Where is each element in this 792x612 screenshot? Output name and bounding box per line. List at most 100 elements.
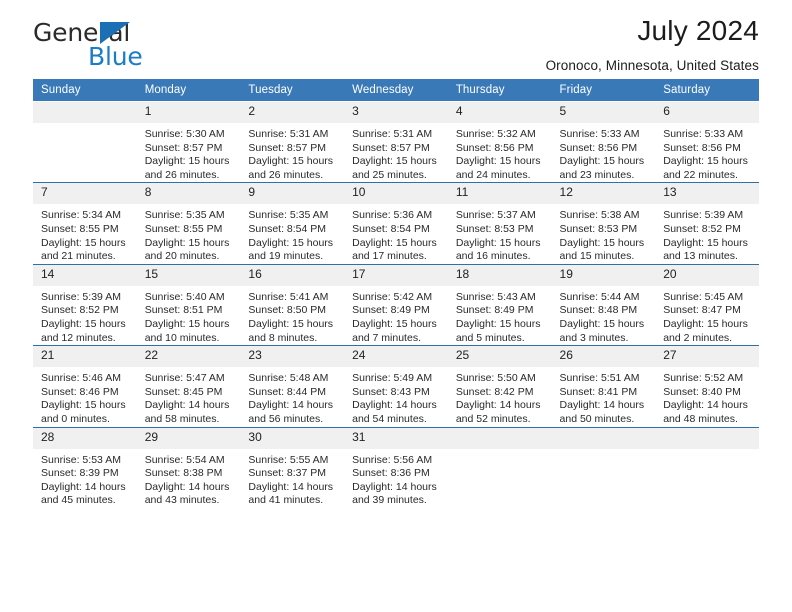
calendar-week-row: 14 Sunrise: 5:39 AM Sunset: 8:52 PM Dayligh… — [33, 263, 759, 346]
daylight-text-line2: and 16 minutes. — [455, 250, 531, 263]
day-number: 19 — [551, 264, 656, 286]
daylight-text-line1: Daylight: 14 hours — [559, 399, 645, 412]
calendar-day-cell[interactable]: 26 Sunrise: 5:51 AM Sunset: 8:41 PM Dayligh… — [551, 345, 656, 427]
day-sun-info: Sunrise: 5:44 AM Sunset: 8:48 PM Daylight:… — [552, 286, 656, 345]
daylight-text-line2: and 24 minutes. — [455, 168, 531, 181]
sunrise-text: Sunrise: 5:32 AM — [455, 128, 536, 140]
daylight-text-line2: and 7 minutes. — [352, 331, 421, 344]
day-number: 2 — [240, 102, 345, 123]
sunrise-text: Sunrise: 5:33 AM — [559, 128, 640, 140]
brand-name-blue: Blue — [88, 42, 143, 71]
daylight-text-line1: Daylight: 14 hours — [455, 399, 541, 412]
day-number: 24 — [344, 346, 448, 368]
calendar-day-cell[interactable]: 24 Sunrise: 5:49 AM Sunset: 8:43 PM Dayligh… — [344, 345, 448, 427]
sunrise-text: Sunrise: 5:34 AM — [41, 209, 121, 222]
calendar-day-cell[interactable]: 20 Sunrise: 5:45 AM Sunset: 8:47 PM Dayligh… — [655, 263, 759, 346]
daylight-text-line1: Daylight: 15 hours — [663, 236, 748, 249]
day-sun-info: Sunrise: 5:53 AM Sunset: 8:39 PM Daylight:… — [33, 449, 137, 508]
day-sun-info: Sunrise: 5:55 AM Sunset: 8:37 PM Daylight:… — [240, 449, 344, 508]
calendar-day-cell[interactable]: 5 Sunrise: 5:33 AM Sunset: 8:56 PM Daylight… — [551, 100, 656, 183]
daylight-text-line2: and 23 minutes. — [559, 168, 635, 181]
daylight-text-line1: Daylight: 15 hours — [248, 155, 334, 168]
calendar-day-cell[interactable]: 13 Sunrise: 5:39 AM Sunset: 8:52 PM Dayligh… — [655, 182, 759, 265]
calendar-day-cell[interactable]: 4 Sunrise: 5:32 AM Sunset: 8:56 PM Daylight… — [447, 100, 552, 183]
day-number: 21 — [33, 346, 137, 368]
sunset-text: Sunset: 8:49 PM — [352, 304, 430, 317]
weekday-header-monday: Monday — [136, 79, 241, 102]
sunset-text: Sunset: 8:54 PM — [248, 222, 327, 235]
sunrise-text: Sunrise: 5:40 AM — [144, 290, 225, 303]
calendar-body: 1 Sunrise: 5:30 AM Sunset: 8:57 PM Daylight… — [33, 100, 759, 508]
calendar-day-cell[interactable]: 8 Sunrise: 5:35 AM Sunset: 8:55 PM Daylight… — [136, 182, 241, 265]
calendar-day-cell[interactable]: 27 Sunrise: 5:52 AM Sunset: 8:40 PM Dayligh… — [655, 345, 759, 427]
sunrise-text: Sunrise: 5:42 AM — [352, 290, 433, 303]
calendar-day-cell[interactable]: 12 Sunrise: 5:38 AM Sunset: 8:53 PM Dayligh… — [551, 182, 656, 265]
weekday-header-tuesday: Tuesday — [240, 79, 345, 102]
calendar-day-cell[interactable]: 15 Sunrise: 5:40 AM Sunset: 8:51 PM Dayligh… — [136, 263, 241, 346]
day-number — [655, 427, 759, 449]
generalblue-logo[interactable]: General Blue — [33, 18, 243, 71]
calendar-week-row: 28 Sunrise: 5:53 AM Sunset: 8:39 PM Dayligh… — [33, 426, 759, 508]
calendar-day-cell[interactable]: 29 Sunrise: 5:54 AM Sunset: 8:38 PM Dayligh… — [136, 426, 241, 508]
calendar-day-cell[interactable]: 9 Sunrise: 5:35 AM Sunset: 8:54 PM Daylight… — [240, 182, 345, 265]
calendar-day-cell[interactable]: 3 Sunrise: 5:31 AM Sunset: 8:57 PM Daylight… — [344, 100, 448, 183]
day-number: 14 — [33, 264, 137, 286]
daylight-text-line2: and 21 minutes. — [41, 250, 116, 263]
daylight-text-line2: and 52 minutes. — [455, 412, 531, 425]
daylight-text-line1: Daylight: 14 hours — [352, 480, 437, 493]
sunrise-text: Sunrise: 5:33 AM — [663, 128, 744, 140]
daylight-text-line1: Daylight: 15 hours — [352, 155, 437, 168]
day-number: 30 — [240, 427, 345, 449]
calendar-day-cell[interactable]: 28 Sunrise: 5:53 AM Sunset: 8:39 PM Dayligh… — [33, 426, 137, 508]
day-number: 13 — [655, 183, 759, 205]
day-number: 10 — [344, 183, 448, 205]
daylight-text-line1: Daylight: 14 hours — [248, 399, 334, 412]
weekday-header-saturday: Saturday — [655, 79, 759, 102]
sunset-text: Sunset: 8:54 PM — [352, 222, 430, 235]
calendar-day-cell[interactable]: 18 Sunrise: 5:43 AM Sunset: 8:49 PM Dayligh… — [447, 263, 552, 346]
daylight-text-line2: and 39 minutes. — [352, 494, 427, 507]
calendar-day-cell[interactable]: 7 Sunrise: 5:34 AM Sunset: 8:55 PM Daylight… — [33, 182, 137, 265]
daylight-text-line1: Daylight: 15 hours — [663, 155, 748, 168]
daylight-text-line1: Daylight: 15 hours — [41, 399, 126, 412]
calendar-day-cell[interactable]: 30 Sunrise: 5:55 AM Sunset: 8:37 PM Dayligh… — [240, 426, 345, 508]
sunset-text: Sunset: 8:50 PM — [248, 304, 327, 317]
calendar-day-cell[interactable]: 23 Sunrise: 5:48 AM Sunset: 8:44 PM Dayligh… — [240, 345, 345, 427]
calendar-day-cell[interactable]: 10 Sunrise: 5:36 AM Sunset: 8:54 PM Dayligh… — [344, 182, 448, 265]
day-sun-info: Sunrise: 5:31 AM Sunset: 8:57 PM Daylight:… — [344, 123, 448, 182]
sunrise-text: Sunrise: 5:38 AM — [559, 209, 640, 222]
calendar-day-cell[interactable]: 21 Sunrise: 5:46 AM Sunset: 8:46 PM Dayligh… — [33, 345, 137, 427]
calendar-day-cell[interactable]: 31 Sunrise: 5:56 AM Sunset: 8:36 PM Dayligh… — [344, 426, 448, 508]
calendar-day-cell[interactable]: 16 Sunrise: 5:41 AM Sunset: 8:50 PM Dayligh… — [240, 263, 345, 346]
calendar-day-cell[interactable]: 6 Sunrise: 5:33 AM Sunset: 8:56 PM Daylight… — [655, 100, 759, 183]
day-number: 9 — [240, 183, 345, 205]
calendar-day-cell[interactable]: 25 Sunrise: 5:50 AM Sunset: 8:42 PM Dayligh… — [447, 345, 552, 427]
sunrise-text: Sunrise: 5:56 AM — [352, 453, 433, 466]
day-sun-info: Sunrise: 5:41 AM Sunset: 8:50 PM Daylight:… — [240, 286, 344, 345]
calendar-day-cell[interactable]: 19 Sunrise: 5:44 AM Sunset: 8:48 PM Dayligh… — [551, 263, 656, 346]
sunset-text: Sunset: 8:57 PM — [144, 141, 223, 154]
calendar-day-cell[interactable]: 14 Sunrise: 5:39 AM Sunset: 8:52 PM Dayligh… — [33, 263, 137, 346]
daylight-text-line1: Daylight: 15 hours — [559, 317, 645, 330]
sunset-text: Sunset: 8:56 PM — [455, 141, 534, 154]
sunrise-text: Sunrise: 5:48 AM — [248, 372, 329, 385]
sunset-text: Sunset: 8:51 PM — [144, 304, 223, 317]
sunrise-text: Sunrise: 5:53 AM — [41, 453, 121, 466]
calendar-week-row: 21 Sunrise: 5:46 AM Sunset: 8:46 PM Dayligh… — [33, 345, 759, 427]
day-number: 16 — [240, 264, 345, 286]
sunrise-text: Sunrise: 5:36 AM — [352, 209, 433, 222]
day-sun-info: Sunrise: 5:49 AM Sunset: 8:43 PM Daylight:… — [344, 367, 448, 426]
calendar-day-cell[interactable]: 1 Sunrise: 5:30 AM Sunset: 8:57 PM Daylight… — [136, 100, 241, 183]
day-sun-info: Sunrise: 5:36 AM Sunset: 8:54 PM Daylight:… — [344, 204, 448, 263]
sunrise-text: Sunrise: 5:35 AM — [144, 209, 225, 222]
sunset-text: Sunset: 8:42 PM — [455, 385, 534, 398]
day-sun-info: Sunrise: 5:52 AM Sunset: 8:40 PM Daylight:… — [655, 367, 759, 426]
sunset-text: Sunset: 8:52 PM — [663, 222, 741, 235]
day-sun-info: Sunrise: 5:32 AM Sunset: 8:56 PM Daylight:… — [448, 123, 552, 182]
day-number: 6 — [655, 102, 759, 123]
calendar-day-cell[interactable]: 17 Sunrise: 5:42 AM Sunset: 8:49 PM Dayligh… — [344, 263, 448, 346]
daylight-text-line1: Daylight: 14 hours — [41, 480, 126, 493]
calendar-day-cell[interactable]: 11 Sunrise: 5:37 AM Sunset: 8:53 PM Dayligh… — [447, 182, 552, 265]
calendar-day-cell[interactable]: 2 Sunrise: 5:31 AM Sunset: 8:57 PM Daylight… — [240, 100, 345, 183]
calendar-day-cell[interactable]: 22 Sunrise: 5:47 AM Sunset: 8:45 PM Dayligh… — [136, 345, 241, 427]
